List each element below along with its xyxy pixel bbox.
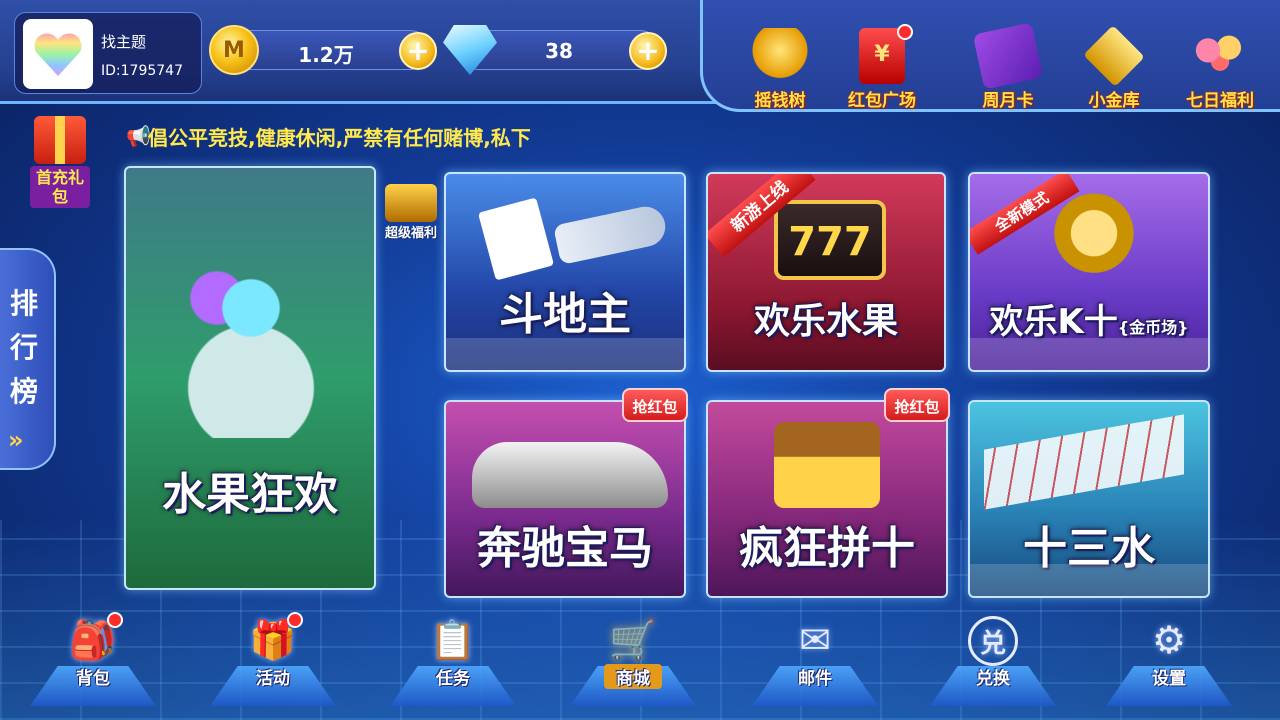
first-charge-gift-button[interactable]: 首充礼包 [30,116,90,226]
avatar[interactable] [23,19,93,89]
grab-red-packet-tag: 抢红包 [622,388,688,422]
nav-tasks[interactable]: 📋 任务 [390,606,516,706]
diamond-value: 38 [545,39,573,63]
backpack-icon: 🎒 [63,612,123,668]
card-icon [972,22,1044,90]
nav-label: 设置 [1152,669,1186,689]
nav-activity[interactable]: 🎁 活动 [210,606,336,706]
notification-dot [897,24,913,40]
card-fan-art [984,414,1184,510]
game-title-sub: {金币场} [1117,318,1189,337]
rocket-art [553,203,669,265]
nav-backpack[interactable]: 🎒 背包 [30,606,156,706]
bottom-nav: 🎒 背包 🎁 活动 📋 任务 🛒 商城 ✉ 邮件 兑 兑换 ⚙ 设置 [0,610,1280,720]
exchange-icon: 兑 [968,616,1018,666]
game-title: 奔驰宝马 [477,523,653,574]
gold-coin-icon: M [209,25,259,75]
treasure-chest-icon [385,184,437,222]
nav-label: 兑换 [976,669,1010,689]
announcement-text: 倡公平竞技,健康休闲,严禁有任何赌博,私下 [148,126,531,150]
user-profile[interactable]: 找主题 ID:1795747 [14,12,202,94]
feature-small-vault[interactable]: 小金库 [1064,25,1164,111]
slot-777-art: 777 [774,200,886,280]
game-title: 斗地主 [499,289,631,340]
nav-shop[interactable]: 🛒 商城 [570,606,696,706]
feature-label: 周月卡 [982,91,1034,111]
game-title-main: 欢乐K十 [989,302,1118,342]
feature-weekly-monthly-card[interactable]: 周月卡 [958,22,1058,111]
task-icon: 📋 [429,617,477,662]
diamond-balance: 38 + [443,25,667,75]
red-packet-icon [859,24,913,84]
game-tile-happy-k10[interactable]: 欢乐K十{金币场} 全新模式 [968,172,1210,372]
feature-red-packet-square[interactable]: 红包广场 [832,24,932,111]
notification-dot [107,612,123,628]
game-title: 欢乐水果 [753,301,898,342]
gear-icon: ⚙ [1151,618,1187,662]
feature-label: 摇钱树 [754,91,806,111]
user-id: ID:1795747 [101,63,183,79]
nav-exchange[interactable]: 兑 兑换 [930,606,1056,706]
first-charge-label: 首充礼包 [30,166,90,208]
feature-label: 小金库 [1088,91,1140,111]
grab-red-packet-tag: 抢红包 [884,388,950,422]
game-title: 水果狂欢 [162,469,338,520]
gold-balance: M 1.2万 + [209,25,437,75]
safe-icon [1083,25,1145,87]
game-title: 疯狂拼十 [739,523,915,574]
playing-cards-art [477,197,555,281]
tile-footer [970,564,1208,596]
super-bonus-button[interactable]: 超级福利 [376,184,446,241]
nickname: 找主题 [101,33,147,51]
tile-footer [446,338,684,370]
nav-label: 商城 [604,664,662,689]
nav-label: 任务 [436,669,470,689]
feature-label: 七日福利 [1186,91,1254,111]
heart-icon [33,32,83,76]
nav-label: 邮件 [798,669,832,689]
super-bonus-label: 超级福利 [384,226,437,241]
game-tile-benz-bmw[interactable]: 奔驰宝马 抢红包 [444,388,688,598]
gift-icon [34,116,86,164]
game-title: 欢乐K十{金币场} [970,294,1208,343]
leaderboard-label: 排行榜 [9,287,38,408]
feature-label: 红包广场 [848,91,916,111]
money-tree-icon [750,28,810,84]
add-diamond-button[interactable]: + [629,32,667,70]
treasure-chest-art [774,422,880,508]
feature-seven-day-bonus[interactable]: 七日福利 [1170,28,1270,111]
nav-label: 背包 [76,669,110,689]
slot-machine-art [166,238,336,438]
mail-icon: ✉ [799,618,831,662]
add-gold-button[interactable]: + [399,32,437,70]
notification-dot [287,612,303,628]
balloons-icon [1190,28,1250,84]
chevron-right-icon: » [8,426,24,454]
feature-money-tree[interactable]: 摇钱树 [730,28,830,111]
game-tile-thirteen-cards[interactable]: 十三水 [968,400,1210,598]
nav-settings[interactable]: ⚙ 设置 [1106,606,1232,706]
game-tile-doudizhu[interactable]: 斗地主 [444,172,686,372]
nav-mail[interactable]: ✉ 邮件 [752,606,878,706]
gift-box-icon: 🎁 [243,612,303,668]
gold-badge-art [1046,190,1142,286]
cart-icon: 🛒 [609,617,657,662]
game-tile-crazy-pin10[interactable]: 疯狂拼十 抢红包 [706,388,950,598]
game-tile-fruit-frenzy[interactable]: 水果狂欢 [124,166,376,590]
leaderboard-tab[interactable]: 排行榜 » [0,248,56,470]
game-tile-happy-fruit[interactable]: 777 欢乐水果 新游上线 [706,172,946,372]
gold-value: 1.2万 [298,43,354,67]
car-art [472,442,668,508]
announcement-marquee: 📢 倡公平竞技,健康休闲,严禁有任何赌博,私下 [126,118,646,152]
tile-footer [970,338,1208,370]
nav-label: 活动 [256,669,290,689]
